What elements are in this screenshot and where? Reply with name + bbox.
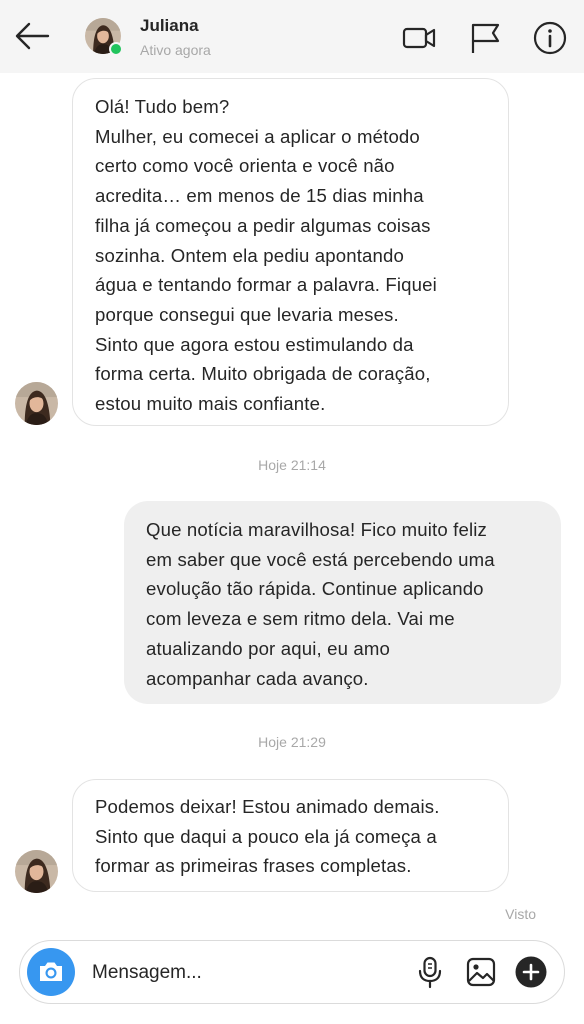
message-input[interactable] — [92, 959, 392, 987]
info-button[interactable] — [532, 20, 568, 56]
message-text: Podemos deixar! Estou animado demais. Si… — [95, 796, 440, 877]
microphone-icon — [418, 956, 442, 989]
flag-icon — [471, 23, 500, 53]
back-button[interactable] — [12, 18, 52, 54]
report-button[interactable] — [467, 20, 503, 56]
info-icon — [533, 21, 567, 55]
more-options-button[interactable] — [514, 955, 548, 989]
video-call-button[interactable] — [401, 20, 437, 56]
header-avatar[interactable] — [85, 18, 123, 56]
incoming-message[interactable]: Olá! Tudo bem? Mulher, eu comecei a apli… — [72, 78, 509, 426]
sender-avatar[interactable] — [15, 382, 58, 425]
gallery-button[interactable] — [464, 955, 498, 989]
message-timestamp: Hoje 21:29 — [258, 734, 326, 750]
back-arrow-icon — [15, 22, 50, 50]
plus-icon — [515, 956, 547, 988]
voice-message-button[interactable] — [413, 955, 447, 989]
message-text: Olá! Tudo bem? Mulher, eu comecei a apli… — [95, 96, 437, 415]
chat-header: Juliana Ativo agora — [0, 0, 584, 73]
gallery-icon — [466, 957, 496, 987]
sender-avatar[interactable] — [15, 850, 58, 893]
message-timestamp: Hoje 21:14 — [258, 457, 326, 473]
incoming-message[interactable]: Podemos deixar! Estou animado demais. Si… — [72, 779, 509, 892]
online-indicator — [109, 42, 123, 56]
camera-button[interactable] — [27, 948, 75, 996]
outgoing-message[interactable]: Que notícia maravilhosa! Fico muito feli… — [124, 501, 561, 704]
contact-status: Ativo agora — [140, 42, 211, 58]
video-call-icon — [402, 27, 436, 49]
camera-icon — [40, 962, 62, 981]
contact-name[interactable]: Juliana — [140, 16, 199, 36]
message-composer — [19, 940, 565, 1004]
seen-receipt: Visto — [505, 906, 536, 922]
message-text: Que notícia maravilhosa! Fico muito feli… — [146, 519, 495, 689]
